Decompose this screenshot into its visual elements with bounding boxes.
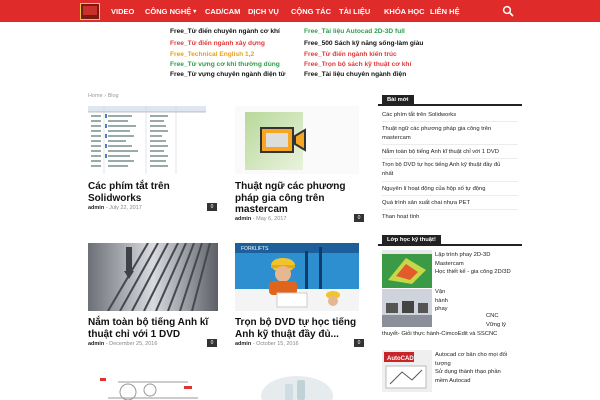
course-link-desc[interactable]: thuyết- Giỏi thực hành-CimcoEdit và SSCN… [382, 330, 522, 339]
promo-link[interactable]: Free_Tài liệu Autocad 2D-3D full [304, 28, 405, 35]
promo-link[interactable]: Free_Technical English 1,2 [170, 51, 254, 58]
course-thumbnail[interactable] [382, 250, 432, 288]
divider [382, 209, 518, 210]
post-meta: admin - May 6, 2017 [235, 216, 287, 222]
autocad-image: AutoCAD [382, 350, 432, 392]
breadcrumb-sep: › [104, 93, 107, 99]
post-meta: admin - October 15, 2016 [235, 341, 299, 347]
divider [382, 158, 518, 159]
post-title[interactable]: Thuật ngữ các phương pháp gia công trên … [235, 181, 375, 216]
comment-count[interactable]: 0 [354, 339, 364, 347]
breadcrumb: Home › Blog [88, 93, 119, 99]
divider [382, 195, 518, 196]
mastercam-image [382, 250, 432, 288]
post-title[interactable]: Trọn bộ DVD tự học tiếng Anh kỹ thuật đầ… [235, 317, 375, 340]
post-meta: admin - July 22, 2017 [88, 205, 142, 211]
divider [382, 144, 518, 145]
post-title[interactable]: Nắm toàn bộ tiếng Anh kĩ thuật chỉ với 1… [88, 317, 228, 340]
course-thumbnail[interactable] [382, 289, 432, 327]
post-thumbnail[interactable] [88, 106, 206, 174]
post-thumbnail[interactable] [88, 243, 218, 311]
breadcrumb-current: Blog [107, 93, 119, 99]
promo-link[interactable]: Free_Từ điển chuyên ngành cơ khí [170, 28, 280, 35]
comment-count[interactable]: 0 [354, 214, 364, 222]
course-link[interactable]: Lập trình phay 2D-3D Mastercam Học thiết… [435, 251, 525, 277]
promo-link[interactable]: Free_500 Sách kỹ năng sống-làm giàu [304, 40, 423, 47]
nav-lien-he[interactable]: LIÊN HỆ [430, 0, 460, 22]
nav-cad-cam[interactable]: CAD/CAM [205, 0, 240, 22]
nav-cong-tac[interactable]: CỘNG TÁC [291, 0, 331, 22]
recent-post-link[interactable]: Than hoạt tính [382, 213, 518, 222]
promo-link[interactable]: Free_Tài liệu chuyên ngành điện [304, 71, 406, 78]
recent-posts-heading: Bài mới [382, 95, 414, 105]
engineer-image: FORKLIFTS [235, 243, 359, 311]
video-camera-image [235, 106, 359, 174]
post-thumbnail[interactable] [88, 372, 218, 400]
promo-link[interactable]: Free_Từ điển ngành kiến trúc [304, 51, 397, 58]
recent-post-link[interactable]: Nguyên lí hoạt động của hộp số tự động [382, 185, 518, 194]
search-icon[interactable] [502, 5, 514, 17]
divider [382, 121, 518, 122]
classroom-image [382, 289, 432, 327]
course-link[interactable]: Autocad cơ bản cho mọi đối tượng Sử dụng… [435, 351, 525, 385]
promo-link[interactable]: Free_Từ vựng cơ khí thường dùng [170, 61, 280, 68]
promo-link[interactable]: Free_Từ vựng chuyên ngành điện tử [170, 71, 285, 78]
recent-post-link[interactable]: Quá trình sản xuất chai nhựa PET [382, 199, 518, 208]
pet-bottles-image [261, 376, 333, 400]
post-thumbnail[interactable] [235, 106, 359, 174]
post-thumbnail[interactable]: FORKLIFTS [235, 243, 359, 311]
svg-text:FORKLIFTS: FORKLIFTS [241, 246, 269, 252]
gearbox-diagram-image [100, 378, 198, 400]
comment-count[interactable]: 0 [207, 203, 217, 211]
recent-post-link[interactable]: Thuật ngữ các phương pháp gia công trên m… [382, 125, 518, 142]
course-thumbnail[interactable]: AutoCAD [382, 350, 432, 392]
nav-khoa-hoc[interactable]: KHÓA HỌC [384, 0, 425, 22]
nav-dich-vu[interactable]: DỊCH VỤ [248, 0, 279, 22]
nav-cong-nghe[interactable]: CÔNG NGHỆ ▾ [145, 0, 196, 22]
site-logo[interactable] [80, 3, 100, 20]
divider [382, 181, 518, 182]
chevron-down-icon: ▾ [193, 8, 197, 15]
recent-post-link[interactable]: Trọn bộ DVD tự học tiếng Anh kỹ thuật đầ… [382, 161, 518, 178]
recent-post-link[interactable]: Các phím tắt trên Solidworks [382, 111, 518, 120]
comment-count[interactable]: 0 [207, 339, 217, 347]
turbine-image [88, 243, 218, 311]
promo-link[interactable]: Free_Từ điển ngành xây dựng [170, 40, 265, 47]
course-link-cont[interactable]: CNC Vững lý [486, 312, 522, 329]
recent-post-link[interactable]: Nắm toàn bộ tiếng Anh kĩ thuật chỉ với 1… [382, 148, 518, 157]
post-title[interactable]: Các phím tắt trên Solidworks [88, 181, 228, 204]
breadcrumb-home[interactable]: Home [88, 93, 103, 99]
post-meta: admin - December 25, 2016 [88, 341, 158, 347]
courses-heading: Lớp học kỹ thuật! [382, 235, 441, 245]
post-thumbnail[interactable] [235, 372, 359, 400]
shortcut-table-image [88, 106, 206, 174]
nav-video[interactable]: VIDEO [111, 0, 134, 22]
svg-text:AutoCAD: AutoCAD [387, 356, 414, 362]
nav-tai-lieu[interactable]: TÀI LIỆU [339, 0, 370, 22]
promo-link[interactable]: Free_Trọn bộ sách kỹ thuật cơ khí [304, 61, 411, 68]
course-link[interactable]: Vận hành phay [435, 288, 519, 314]
